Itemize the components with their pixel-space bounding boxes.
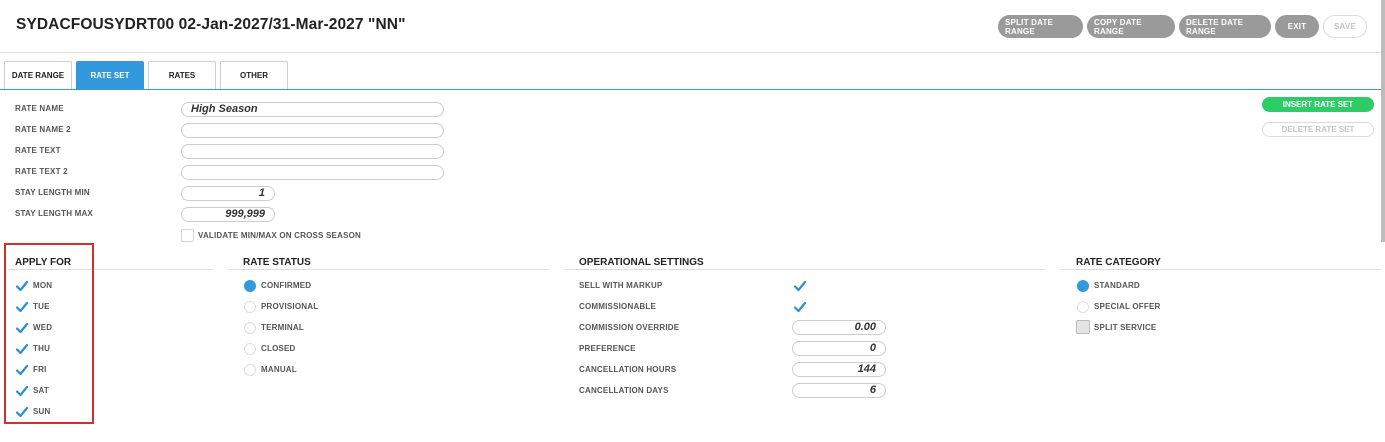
cancellation-days-label: CANCELLATION DAYS — [579, 386, 669, 395]
tab-strip: DATE RANGE RATE SET RATES OTHER — [4, 61, 288, 89]
standard-radio[interactable] — [1077, 280, 1089, 292]
tab-underline — [0, 89, 1381, 90]
tab-rate-set[interactable]: RATE SET — [76, 61, 144, 89]
rate-text-label: RATE TEXT — [15, 146, 61, 155]
commissionable-checkbox[interactable] — [793, 300, 807, 314]
preference-label: PREFERENCE — [579, 344, 636, 353]
rate-category-heading: RATE CATEGORY — [1076, 257, 1161, 268]
sell-with-markup-label: SELL WITH MARKUP — [579, 281, 663, 290]
rate-status-radio-provisional[interactable] — [244, 301, 256, 313]
operational-settings-heading: OPERATIONAL SETTINGS — [579, 257, 704, 268]
rate-category-divider — [1061, 269, 1381, 270]
stay-length-max-label: STAY LENGTH MAX — [15, 209, 93, 218]
rate-set-editor: SYDACFOUSYDRT00 02-Jan-2027/31-Mar-2027 … — [0, 0, 1385, 442]
rate-status-label-provisional: PROVISIONAL — [261, 302, 319, 311]
rate-status-label-confirmed: CONFIRMED — [261, 281, 312, 290]
stay-length-min-input[interactable]: 1 — [181, 186, 275, 201]
preference-input[interactable]: 0 — [792, 341, 886, 356]
rate-status-heading: RATE STATUS — [243, 257, 311, 268]
tab-other[interactable]: OTHER — [220, 61, 288, 89]
operational-settings-divider — [565, 269, 1045, 270]
validate-min-max-checkbox[interactable] — [181, 229, 194, 242]
insert-rate-set-button[interactable]: INSERT RATE SET — [1262, 97, 1374, 112]
rate-text-input[interactable] — [181, 144, 444, 159]
header-bar: SYDACFOUSYDRT00 02-Jan-2027/31-Mar-2027 … — [0, 0, 1385, 53]
split-service-label: SPLIT SERVICE — [1094, 323, 1157, 332]
tab-date-range[interactable]: DATE RANGE — [4, 61, 72, 89]
split-service-checkbox[interactable] — [1076, 320, 1090, 334]
sell-with-markup-checkbox[interactable] — [793, 279, 807, 293]
apply-for-highlight-box — [4, 243, 94, 424]
standard-label: STANDARD — [1094, 281, 1140, 290]
tab-rates[interactable]: RATES — [148, 61, 216, 89]
special-offer-radio[interactable] — [1077, 301, 1089, 313]
delete-date-range-button[interactable]: DELETE DATE RANGE — [1179, 15, 1271, 38]
copy-date-range-button[interactable]: COPY DATE RANGE — [1087, 15, 1175, 38]
validate-min-max-label: VALIDATE MIN/MAX ON CROSS SEASON — [198, 231, 362, 240]
header-actions: SPLIT DATE RANGE COPY DATE RANGE DELETE … — [998, 15, 1367, 38]
save-button[interactable]: SAVE — [1323, 15, 1367, 38]
rate-status-radio-manual[interactable] — [244, 364, 256, 376]
cancellation-days-input[interactable]: 6 — [792, 383, 886, 398]
delete-rate-set-button[interactable]: DELETE RATE SET — [1262, 122, 1374, 137]
rate-status-label-terminal: TERMINAL — [261, 323, 304, 332]
rate-status-divider — [229, 269, 549, 270]
rate-status-label-closed: CLOSED — [261, 344, 296, 353]
rate-name-2-label: RATE NAME 2 — [15, 125, 71, 134]
rate-name-input[interactable]: High Season — [181, 102, 444, 117]
rate-status-radio-terminal[interactable] — [244, 322, 256, 334]
rate-text-2-input[interactable] — [181, 165, 444, 180]
rate-text-2-label: RATE TEXT 2 — [15, 167, 68, 176]
page-title: SYDACFOUSYDRT00 02-Jan-2027/31-Mar-2027 … — [16, 16, 406, 33]
commission-override-label: COMMISSION OVERRIDE — [579, 323, 680, 332]
cancellation-hours-input[interactable]: 144 — [792, 362, 886, 377]
rate-status-radio-closed[interactable] — [244, 343, 256, 355]
commission-override-input[interactable]: 0.00 — [792, 320, 886, 335]
scrollbar[interactable] — [1381, 0, 1385, 242]
split-date-range-button[interactable]: SPLIT DATE RANGE — [998, 15, 1083, 38]
stay-length-max-input[interactable]: 999,999 — [181, 207, 275, 222]
special-offer-label: SPECIAL OFFER — [1094, 302, 1161, 311]
cancellation-hours-label: CANCELLATION HOURS — [579, 365, 677, 374]
rate-status-label-manual: MANUAL — [261, 365, 297, 374]
exit-button[interactable]: EXIT — [1275, 15, 1319, 38]
stay-length-min-label: STAY LENGTH MIN — [15, 188, 90, 197]
rate-status-radio-confirmed[interactable] — [244, 280, 256, 292]
commissionable-label: COMMISSIONABLE — [579, 302, 657, 311]
rate-name-2-input[interactable] — [181, 123, 444, 138]
rate-name-label: RATE NAME — [15, 104, 64, 113]
